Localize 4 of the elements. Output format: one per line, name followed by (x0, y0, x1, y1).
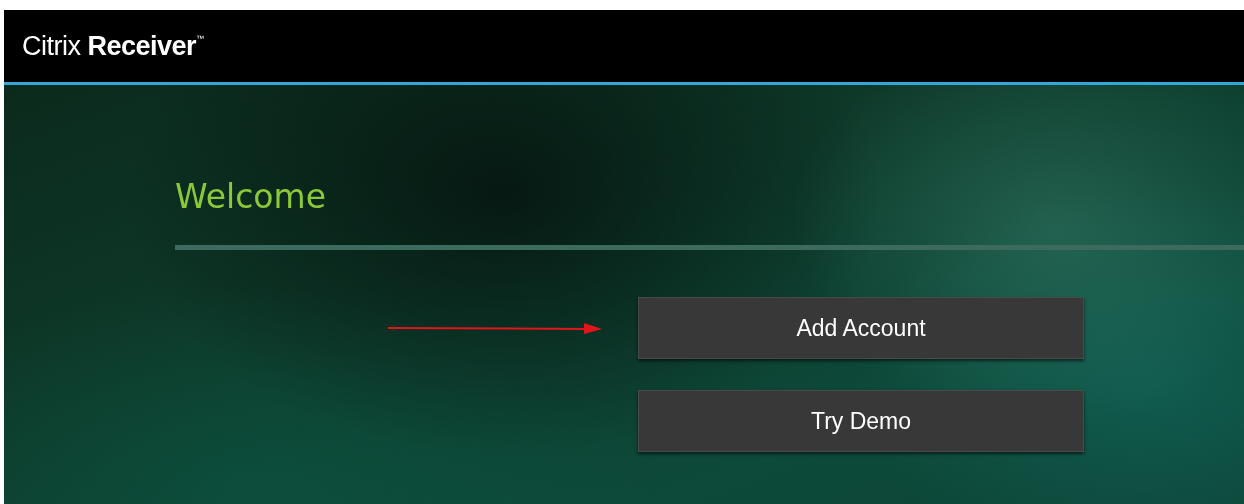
try-demo-button[interactable]: Try Demo (638, 390, 1084, 452)
app-logo: Citrix Receiver$^{™}$ (22, 30, 204, 62)
add-account-button[interactable]: Add Account (638, 297, 1084, 359)
welcome-title: Welcome (175, 177, 327, 217)
